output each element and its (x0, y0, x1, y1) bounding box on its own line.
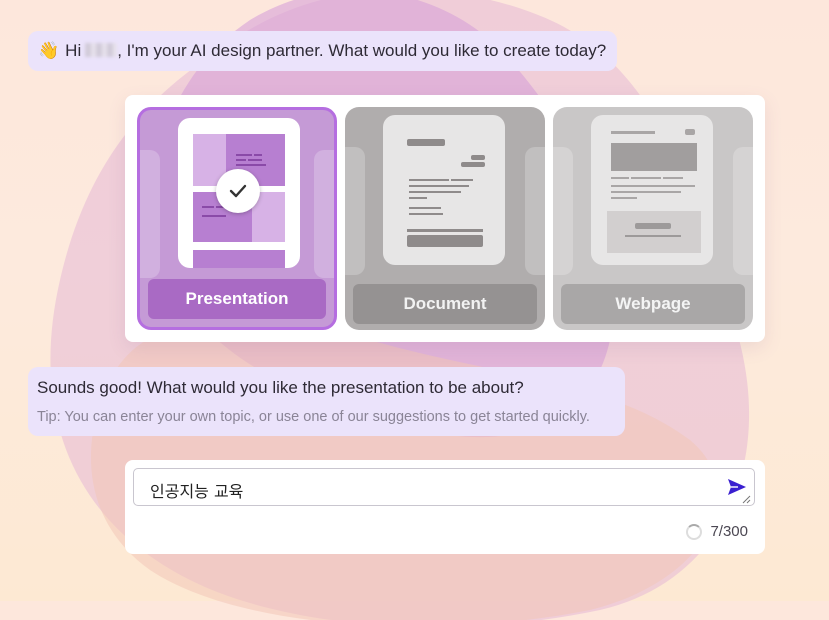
document-thumbnail (383, 115, 505, 265)
card-side-decoration (733, 147, 753, 275)
presentation-label: Presentation (148, 279, 326, 319)
selected-check-icon (216, 169, 260, 213)
greeting-bubble: 👋 Hi , I'm your AI design partner. What wo… (28, 31, 617, 71)
card-side-decoration (140, 150, 160, 278)
card-side-decoration (345, 147, 365, 275)
send-icon[interactable] (727, 478, 747, 496)
webpage-card[interactable]: Webpage (553, 107, 753, 330)
character-counter: 7/300 (686, 523, 748, 540)
waving-hand-icon: 👋 (38, 41, 60, 60)
card-side-decoration (525, 147, 545, 275)
progress-ring-icon (686, 523, 703, 540)
greeting-prefix: Hi (65, 41, 82, 60)
counter-text: 7/300 (710, 523, 748, 540)
webpage-thumbnail (591, 115, 713, 265)
greeting-text: , I'm your AI design partner. What would… (117, 41, 607, 60)
assistant-reply-bubble: Sounds good! What would you like the pre… (28, 367, 625, 436)
presentation-card[interactable]: Presentation (137, 107, 337, 330)
card-side-decoration (553, 147, 573, 275)
card-side-decoration (314, 150, 334, 278)
webpage-label: Webpage (561, 284, 745, 324)
reply-question: Sounds good! What would you like the pre… (37, 378, 524, 397)
content-type-selector: Presentation Document Webpage (125, 95, 765, 342)
document-label: Document (353, 284, 537, 324)
topic-input[interactable]: 인공지능 교육 (133, 468, 755, 506)
resize-handle-icon[interactable] (742, 495, 751, 504)
document-card[interactable]: Document (345, 107, 545, 330)
blurred-username (85, 43, 118, 57)
topic-input-panel: 인공지능 교육 7/300 (125, 460, 765, 554)
reply-tip: Tip: You can enter your own topic, or us… (37, 409, 590, 425)
